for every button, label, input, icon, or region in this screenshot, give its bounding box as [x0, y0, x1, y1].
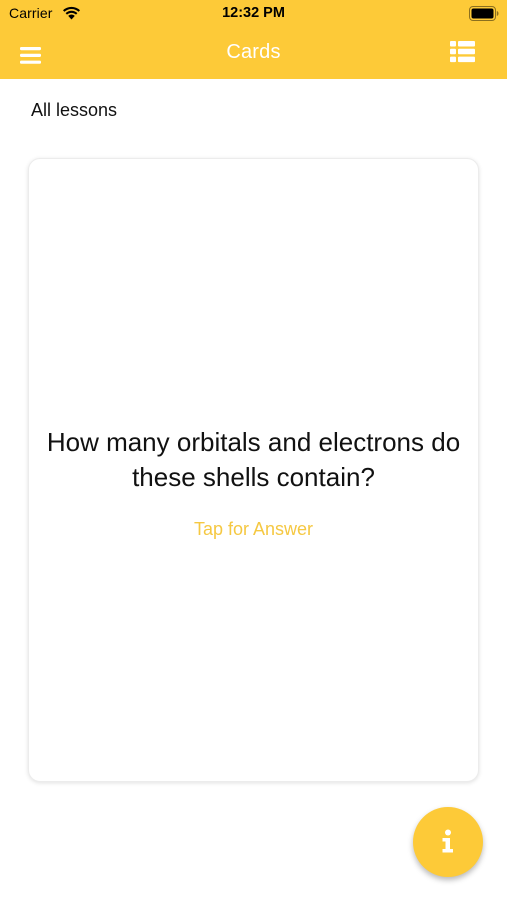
list-view-icon[interactable]: [449, 40, 476, 63]
app-screen: Carrier 12:32 PM Cards All lessons How m…: [0, 0, 507, 900]
tap-for-answer-hint: Tap for Answer: [193, 519, 314, 539]
page-title: Cards: [226, 41, 281, 63]
battery-icon: [469, 6, 499, 21]
status-time: 12:32 PM: [222, 5, 285, 21]
status-bar: Carrier 12:32 PM: [0, 0, 507, 28]
lesson-filter-label[interactable]: All lessons: [31, 100, 117, 121]
info-button[interactable]: [413, 807, 483, 877]
card-question: How many orbitals and electrons do these…: [46, 427, 461, 492]
navigation-bar: Cards: [0, 28, 507, 79]
app-header: Carrier 12:32 PM Cards: [0, 0, 507, 79]
flashcard[interactable]: How many orbitals and electrons do these…: [28, 158, 479, 782]
info-icon: [442, 829, 453, 853]
